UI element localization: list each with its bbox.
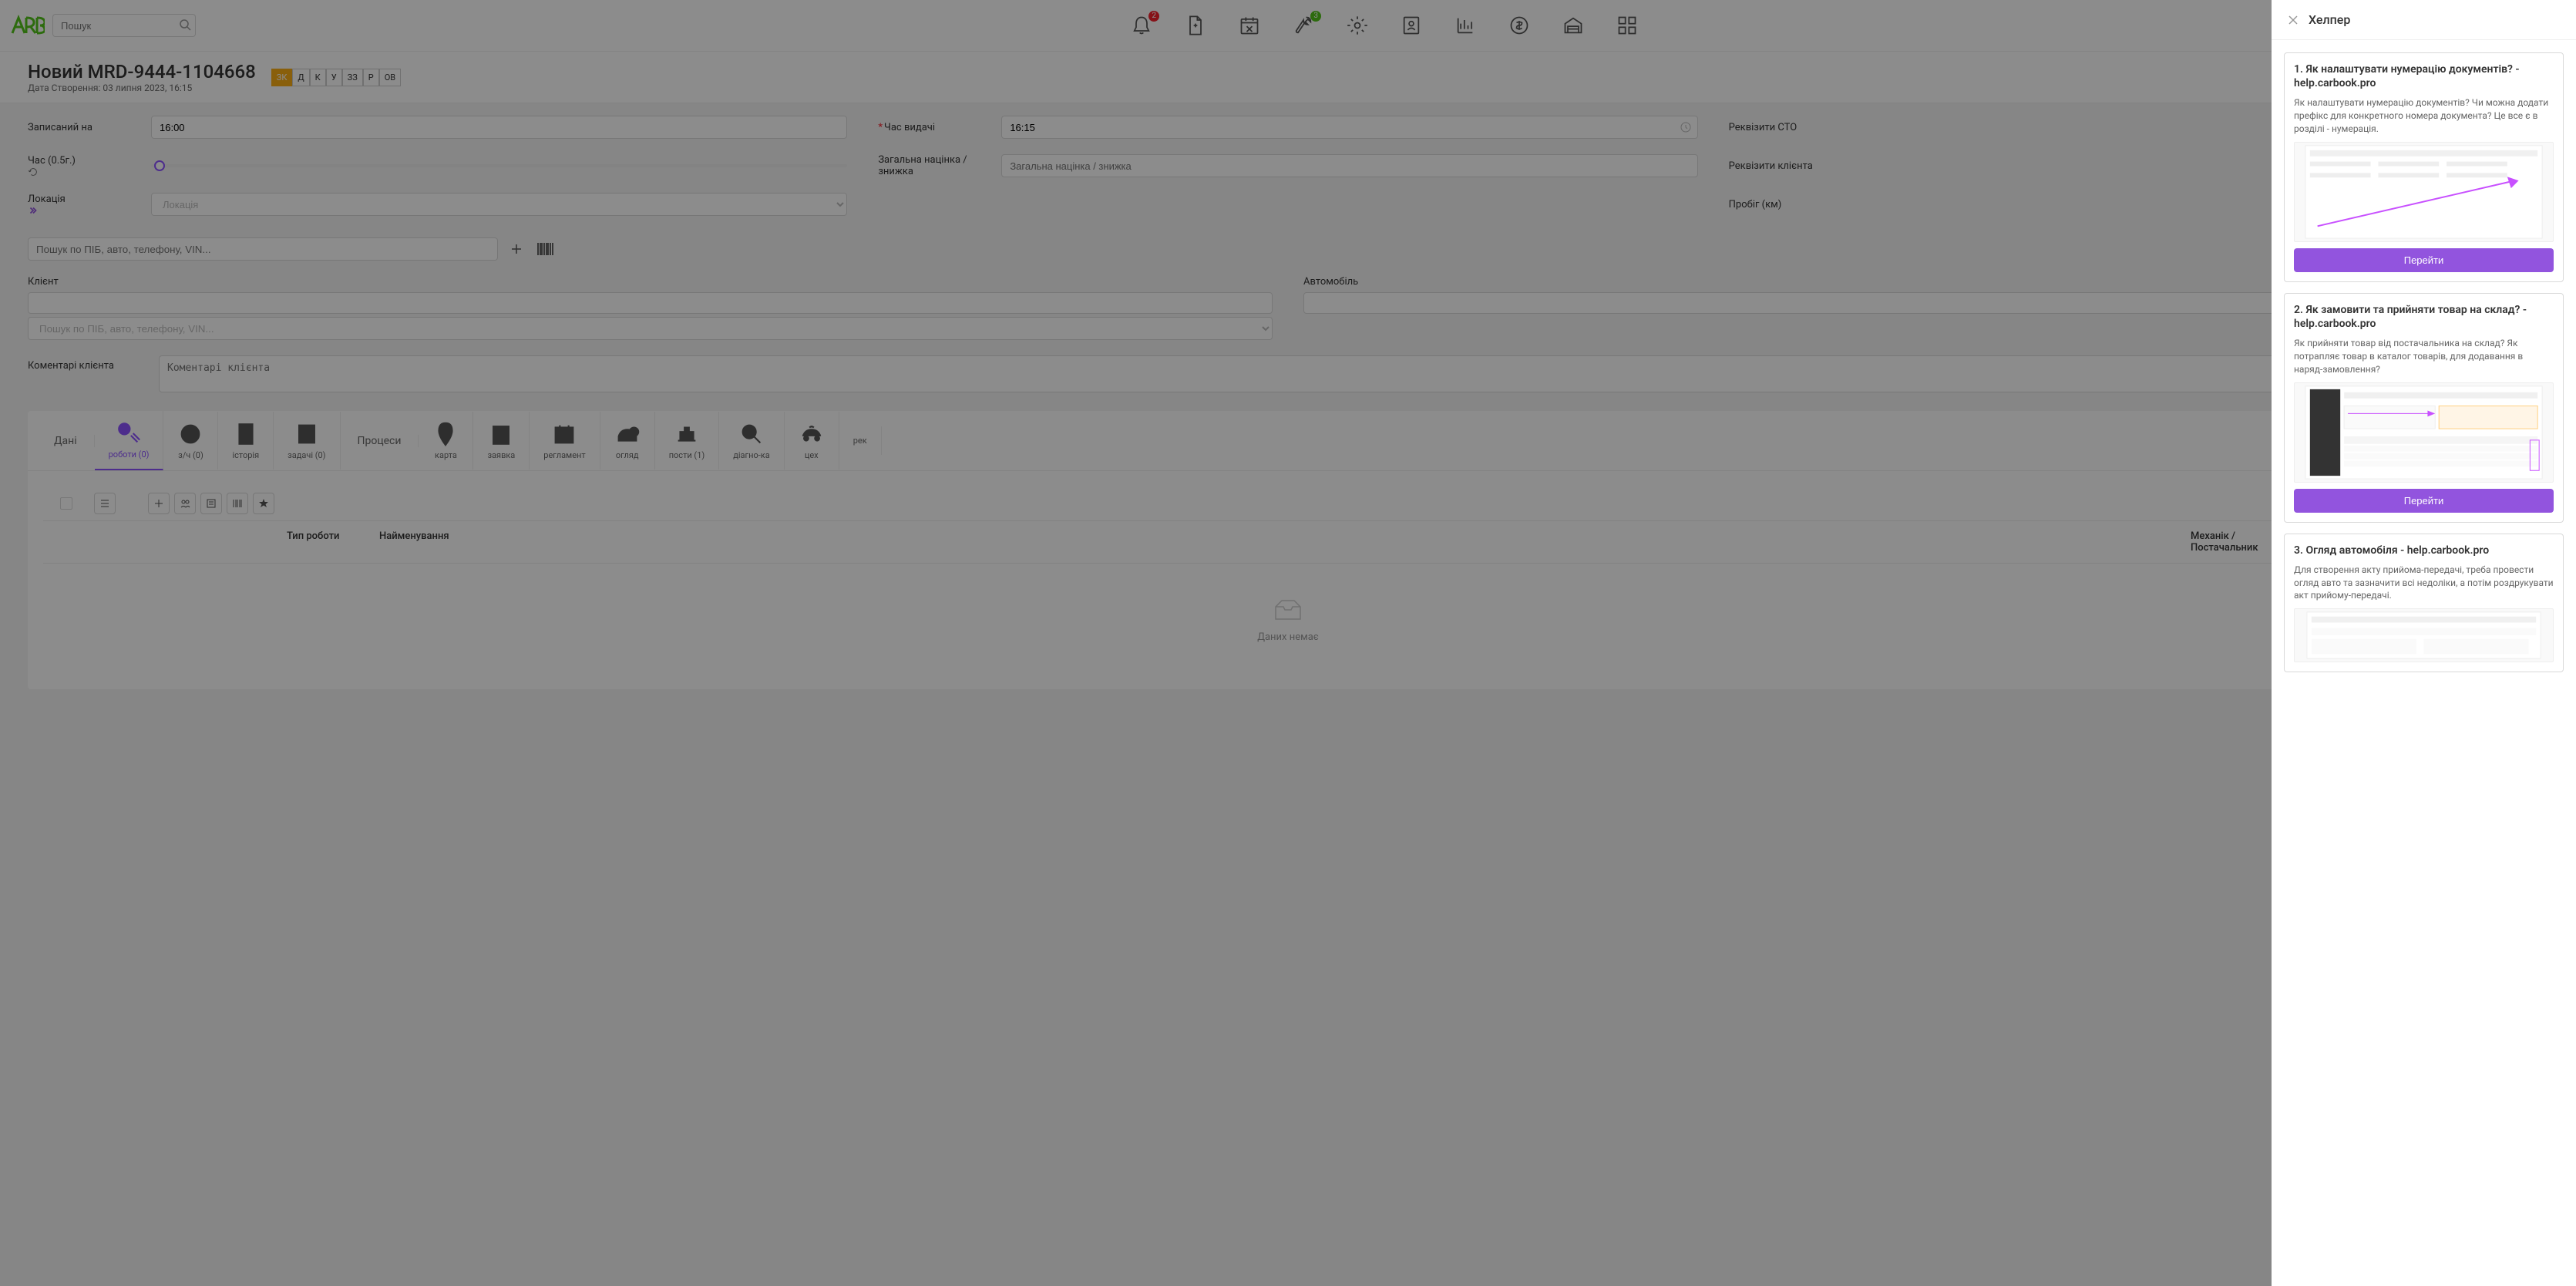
help-card-1: 1. Як налаштувати нумерацію документів? … [2284,52,2564,282]
help-go-button[interactable]: Перейти [2294,248,2554,272]
help-card-title: 1. Як налаштувати нумерацію документів? … [2294,62,2554,90]
help-card-desc: Як прийняти товар від постачальника на с… [2294,337,2554,375]
close-icon[interactable] [2287,14,2299,26]
help-go-button[interactable]: Перейти [2294,489,2554,513]
help-card-image [2294,608,2554,662]
help-card-2: 2. Як замовити та прийняти товар на скла… [2284,293,2564,523]
help-card-image [2294,382,2554,483]
help-card-desc: Як налаштувати нумерацію документів? Чи … [2294,96,2554,135]
help-card-desc: Для створення акту прийома-передачі, тре… [2294,564,2554,602]
drawer-overlay[interactable] [0,0,2576,1286]
help-card-title: 2. Як замовити та прийняти товар на скла… [2294,303,2554,331]
help-drawer: Хелпер 1. Як налаштувати нумерацію докум… [2272,0,2576,1286]
help-card-title: 3. Огляд автомобіля - help.carbook.pro [2294,544,2554,557]
drawer-title: Хелпер [2309,12,2350,27]
help-card-image [2294,142,2554,242]
help-card-3: 3. Огляд автомобіля - help.carbook.pro Д… [2284,534,2564,673]
